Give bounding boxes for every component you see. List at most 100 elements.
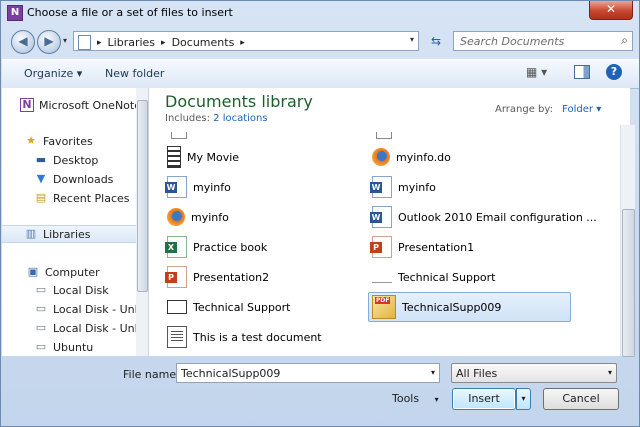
search-input[interactable]: Search Documents ⌕: [453, 31, 633, 51]
file-list-scrollbar[interactable]: [620, 125, 635, 357]
command-toolbar: Organize ▾ New folder ▦ ▾ ?: [2, 59, 639, 89]
file-name: My Movie: [187, 150, 240, 164]
navigation-pane: N Microsoft OneNote ★ Favorites ▬ Deskto…: [2, 88, 137, 356]
help-icon[interactable]: ?: [606, 64, 622, 80]
sidebar-item-desktop[interactable]: ▬ Desktop: [34, 151, 136, 169]
sidebar-item-label: Favorites: [43, 134, 93, 148]
file-name: Technical Support: [398, 270, 496, 284]
file-name: Technical Support: [193, 300, 291, 314]
file-item[interactable]: Presentation1: [370, 234, 474, 260]
powerpoint-icon: [370, 236, 392, 258]
sidebar-item-label: Local Disk - Unla: [53, 321, 137, 335]
address-dropdown-icon[interactable]: ▾: [410, 35, 414, 44]
excel-icon: [165, 236, 187, 258]
forward-button[interactable]: ▶: [37, 30, 61, 54]
sidebar-item-onenote[interactable]: N Microsoft OneNote: [20, 96, 136, 114]
breadcrumb: ▸ Libraries ▸ Documents ▸: [78, 35, 245, 50]
library-title: Documents library: [165, 92, 313, 111]
organize-button[interactable]: Organize ▾: [24, 67, 82, 80]
computer-icon: ▣: [27, 265, 39, 278]
recent-locations-dropdown[interactable]: ▾: [63, 36, 67, 45]
tools-label: Tools: [392, 392, 420, 405]
sidebar-item-label: Downloads: [53, 172, 114, 186]
sidebar-item-recent-places[interactable]: ▤ Recent Places: [34, 189, 136, 207]
file-name: This is a test document: [193, 330, 322, 344]
file-item[interactable]: myinfo: [370, 174, 436, 200]
back-button[interactable]: ◀: [11, 30, 35, 54]
breadcrumb-documents[interactable]: Documents: [172, 36, 235, 49]
address-bar[interactable]: ▸ Libraries ▸ Documents ▸ ▾: [73, 31, 419, 51]
file-item[interactable]: Practice book: [165, 234, 268, 260]
local-disk-icon: ▭: [35, 283, 47, 296]
word-icon: [370, 176, 392, 198]
firefox-icon: [372, 148, 390, 166]
breadcrumb-separator[interactable]: ▸: [240, 38, 245, 48]
word-icon: [370, 206, 392, 228]
title-bar: N Choose a file or a set of files to ins…: [1, 1, 639, 25]
file-item[interactable]: myinfo.do: [372, 144, 451, 170]
sidebar-item-ubuntu[interactable]: ▭ Ubuntu: [34, 338, 136, 356]
chevron-down-icon: ▾: [434, 395, 439, 404]
breadcrumb-separator[interactable]: ▸: [97, 38, 102, 48]
new-folder-button[interactable]: New folder: [105, 67, 164, 80]
sidebar-item-label: Computer: [45, 265, 100, 279]
chevron-down-icon[interactable]: ▾: [608, 368, 612, 377]
preview-pane-icon[interactable]: [574, 65, 590, 79]
file-name-input[interactable]: TechnicalSupp009 ▾: [176, 363, 440, 383]
scrollbar-thumb[interactable]: [622, 209, 635, 357]
file-name: Presentation2: [193, 270, 270, 284]
file-name: myinfo: [398, 180, 436, 194]
file-item[interactable]: Presentation2: [165, 264, 270, 290]
movie-icon: [167, 146, 181, 168]
sidebar-item-local-disk-2[interactable]: ▭ Local Disk - Unla: [34, 300, 137, 318]
sidebar-item-favorites[interactable]: ★ Favorites: [24, 132, 136, 150]
file-type-select[interactable]: All Files ▾: [451, 363, 617, 383]
arrange-by-label: Arrange by:: [495, 104, 553, 115]
video-icon: [167, 300, 187, 314]
sidebar-item-local-disk-3[interactable]: ▭ Local Disk - Unla: [34, 319, 137, 337]
tools-menu-button[interactable]: Tools ▾: [392, 392, 439, 405]
document-icon: [167, 326, 187, 348]
file-name: myinfo.do: [396, 150, 451, 164]
partial-file-icon: [171, 132, 187, 139]
refresh-button[interactable]: ⇆: [425, 31, 447, 51]
file-item[interactable]: My Movie: [167, 144, 239, 170]
includes-locations-link[interactable]: 2 locations: [213, 113, 267, 124]
file-name: TechnicalSupp009: [402, 300, 502, 314]
file-item[interactable]: Outlook 2010 Email configuration ...: [370, 204, 597, 230]
file-item-selected[interactable]: TechnicalSupp009: [368, 292, 571, 322]
sidebar-item-label: Libraries: [43, 227, 91, 241]
onenote-app-icon: N: [7, 5, 23, 21]
sidebar-item-libraries[interactable]: ▥ Libraries: [2, 225, 136, 243]
insert-button[interactable]: Insert: [452, 388, 516, 410]
sidebar-item-computer[interactable]: ▣ Computer: [26, 263, 136, 281]
sidebar-item-label: Local Disk: [53, 283, 109, 297]
sidebar-item-local-disk[interactable]: ▭ Local Disk: [34, 281, 136, 299]
file-item[interactable]: Technical Support: [372, 264, 496, 290]
word-icon: [165, 176, 187, 198]
downloads-icon: ▼: [36, 172, 46, 185]
file-name-label: File name:: [123, 368, 180, 381]
navigation-scrollbar[interactable]: [136, 88, 149, 356]
chevron-down-icon[interactable]: ▾: [431, 368, 435, 377]
sidebar-item-downloads[interactable]: ▼ Downloads: [34, 170, 136, 188]
breadcrumb-separator[interactable]: ▸: [161, 38, 166, 48]
recent-places-icon: ▤: [35, 191, 47, 204]
close-button[interactable]: ✕: [589, 1, 633, 20]
file-item[interactable]: myinfo: [167, 204, 229, 230]
breadcrumb-libraries[interactable]: Libraries: [108, 36, 156, 49]
search-icon[interactable]: ⌕: [621, 33, 628, 48]
scrollbar-thumb[interactable]: [137, 100, 148, 292]
cancel-button[interactable]: Cancel: [543, 388, 619, 410]
file-name: Practice book: [193, 240, 268, 254]
file-item[interactable]: Technical Support: [167, 294, 291, 320]
onenote-icon: N: [20, 98, 34, 112]
file-item[interactable]: myinfo: [165, 174, 231, 200]
file-dialog-window: N Choose a file or a set of files to ins…: [0, 0, 640, 427]
sidebar-item-label: Local Disk - Unla: [53, 302, 137, 316]
arrange-by-dropdown[interactable]: Folder ▾: [562, 104, 601, 115]
blank-file-icon: [372, 280, 392, 283]
file-item[interactable]: This is a test document: [167, 324, 322, 350]
change-view-icon[interactable]: ▦ ▾: [526, 65, 547, 79]
insert-options-dropdown[interactable]: ▾: [516, 388, 531, 410]
